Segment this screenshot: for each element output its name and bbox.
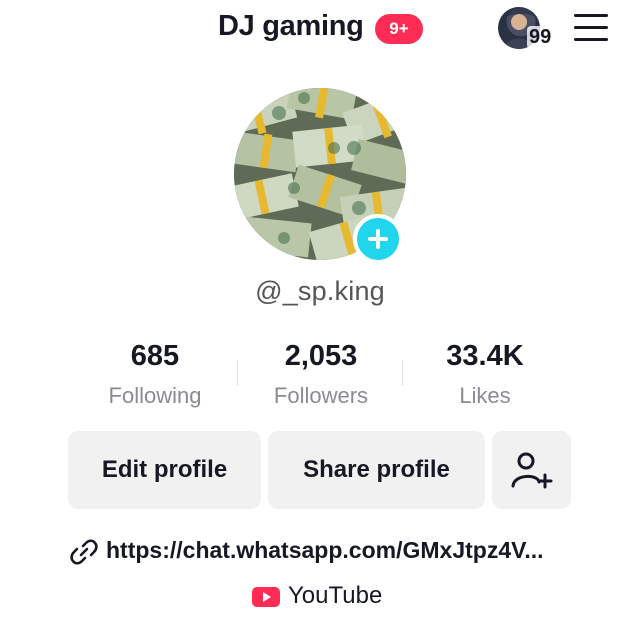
bio-link-text[interactable]: https://chat.whatsapp.com/GMxJtpz4V... [106, 537, 544, 564]
stat-followers[interactable]: 2,053 Followers [236, 340, 406, 409]
stat-likes[interactable]: 33.4K Likes [400, 340, 570, 409]
page-title[interactable]: DJ gaming [218, 10, 364, 43]
stat-followers-label: Followers [273, 383, 369, 408]
add-user-icon [511, 452, 552, 489]
account-switcher-count: 99 [527, 26, 554, 49]
stat-likes-label: Likes [459, 383, 511, 408]
stat-likes-value: 33.4K [446, 340, 524, 372]
edit-profile-button[interactable]: Edit profile [68, 431, 261, 509]
stat-followers-value: 2,053 [284, 340, 358, 372]
stat-following-value: 685 [130, 340, 180, 372]
youtube-icon [252, 587, 280, 607]
profile-username: @_sp.king [255, 276, 385, 306]
add-avatar-plus-icon[interactable] [353, 214, 403, 264]
share-profile-button[interactable]: Share profile [268, 431, 485, 509]
stat-following[interactable]: 685 Following [70, 340, 240, 409]
stat-following-label: Following [108, 383, 202, 408]
hamburger-menu-icon[interactable] [574, 14, 608, 42]
youtube-label[interactable]: YouTube [288, 582, 382, 610]
notification-badge[interactable]: 9+ [375, 14, 423, 44]
profile-page: DJ gaming 9+ 99 @_sp.king 685 Following … [0, 0, 640, 640]
link-icon [70, 539, 98, 565]
add-friends-button[interactable] [492, 431, 571, 509]
